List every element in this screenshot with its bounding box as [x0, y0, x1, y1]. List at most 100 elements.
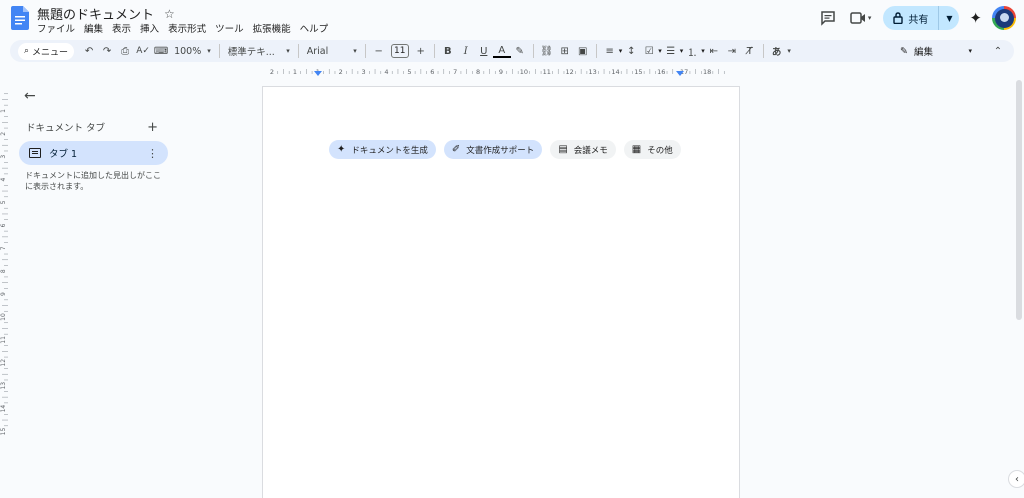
link-icon[interactable]: ⛓: [538, 41, 556, 61]
ruler-label: 14: [611, 68, 619, 76]
line-spacing-icon[interactable]: ↕: [622, 41, 640, 61]
italic-button[interactable]: I: [457, 41, 475, 61]
redo-icon[interactable]: ↷: [98, 41, 116, 61]
ruler-label: 15: [0, 428, 7, 436]
divider: [218, 44, 220, 58]
share-button[interactable]: 共有 ▼: [883, 6, 960, 30]
chip-generate-document[interactable]: ✦ ドキュメントを生成: [329, 140, 436, 159]
add-comment-icon[interactable]: ⊞: [556, 41, 574, 61]
divider: [595, 44, 597, 58]
chevron-down-icon: ▾: [867, 14, 872, 22]
vertical-ruler[interactable]: 123456789101112131415: [0, 78, 10, 498]
ruler-label: 3: [0, 155, 7, 159]
increase-indent-icon[interactable]: ⇥: [723, 41, 741, 61]
ruler-label: 13: [588, 68, 596, 76]
add-tab-icon[interactable]: +: [147, 121, 158, 134]
chevron-down-icon: ▾: [207, 47, 211, 55]
underline-button[interactable]: U: [475, 41, 493, 61]
input-tools-dropdown[interactable]: あ ▾: [768, 41, 795, 61]
decrease-indent-icon[interactable]: ⇤: [705, 41, 723, 61]
menu-view[interactable]: 表示: [112, 21, 131, 35]
horizontal-ruler[interactable]: 21123456789101112131415161718: [262, 66, 740, 78]
tab-item-1[interactable]: タブ 1 ⋮: [19, 141, 168, 165]
menu-insert[interactable]: 挿入: [140, 21, 159, 35]
gemini-sparkle-icon[interactable]: ✦: [969, 9, 982, 27]
menu-bar: ファイル 編集 表示 挿入 表示形式 ツール 拡張機能 ヘルプ: [37, 21, 328, 35]
outline-hint: ドキュメントに追加した見出しがここに表示されます。: [25, 171, 161, 191]
meet-button[interactable]: ▾: [850, 11, 872, 25]
ruler-label: 7: [453, 68, 457, 76]
style-dropdown[interactable]: 標準テキ... ▾: [224, 41, 294, 61]
collapse-menus-icon[interactable]: ⌃: [990, 41, 1006, 61]
more-vert-icon[interactable]: ⋮: [147, 147, 158, 160]
share-main[interactable]: 共有: [893, 6, 940, 30]
back-arrow-icon[interactable]: ←: [24, 88, 36, 104]
align-icon[interactable]: ≡: [601, 41, 619, 61]
zoom-dropdown[interactable]: 100% ▾: [170, 41, 215, 61]
numbered-list-icon[interactable]: ⒈: [683, 41, 701, 61]
clear-formatting-icon[interactable]: T̸: [741, 41, 759, 61]
search-menus-button[interactable]: ⌕ メニュー: [18, 42, 75, 60]
checklist-icon[interactable]: ☑: [640, 41, 658, 61]
ruler-label: 12: [0, 359, 7, 367]
ruler-label: 6: [430, 68, 434, 76]
scrollbar-thumb[interactable]: [1016, 80, 1022, 320]
chevron-down-icon: ▾: [353, 47, 357, 55]
divider: [364, 44, 366, 58]
bulleted-list-icon[interactable]: ☰: [662, 41, 680, 61]
spellcheck-icon[interactable]: A✓: [134, 41, 152, 61]
menu-format[interactable]: 表示形式: [168, 21, 206, 35]
font-dropdown[interactable]: Arial ▾: [303, 41, 361, 61]
menu-edit[interactable]: 編集: [84, 21, 103, 35]
text-color-button[interactable]: A: [492, 44, 511, 58]
avatar[interactable]: [992, 6, 1016, 30]
chevron-down-icon: ▾: [787, 47, 791, 55]
ruler-label: 4: [384, 68, 388, 76]
highlight-icon[interactable]: ✎: [511, 41, 529, 61]
insert-image-icon[interactable]: ▣: [574, 41, 592, 61]
ruler-ticks: 21123456789101112131415161718: [270, 68, 725, 76]
chip-meeting-notes[interactable]: ▤ 会議メモ: [550, 140, 616, 159]
zoom-value: 100%: [174, 45, 202, 57]
docs-logo-icon[interactable]: [11, 6, 29, 30]
ruler-label: 13: [0, 382, 7, 390]
paint-format-icon[interactable]: ⌨: [152, 41, 170, 61]
menu-file[interactable]: ファイル: [37, 21, 75, 35]
divider: [762, 44, 764, 58]
comment-icon[interactable]: [816, 6, 840, 30]
more-doc-icon: ▦: [631, 144, 642, 155]
chip-label: ドキュメントを生成: [351, 145, 428, 156]
divider: [297, 44, 299, 58]
ruler-label: 1: [293, 68, 297, 76]
bold-button[interactable]: B: [439, 41, 457, 61]
increase-font-size-button[interactable]: +: [412, 41, 430, 61]
menu-extensions[interactable]: 拡張機能: [253, 21, 291, 35]
ruler-label: 6: [0, 223, 7, 227]
side-panel-toggle-icon[interactable]: ‹: [1008, 470, 1024, 488]
ruler-label: 10: [520, 68, 528, 76]
chevron-down-icon: ▾: [286, 47, 290, 55]
ruler-label: 14: [0, 405, 7, 413]
ruler-label: 3: [362, 68, 366, 76]
search-menus-label: メニュー: [32, 47, 69, 58]
editing-mode-dropdown[interactable]: ✎ 編集 ▾: [896, 44, 976, 59]
share-dropdown-icon[interactable]: ▼: [939, 14, 959, 23]
vertical-scrollbar[interactable]: [1014, 78, 1024, 498]
tab-label: タブ 1: [49, 149, 78, 160]
menu-help[interactable]: ヘルプ: [300, 21, 329, 35]
menu-tools[interactable]: ツール: [215, 21, 244, 35]
star-icon[interactable]: ☆: [164, 8, 175, 20]
ruler-label: 15: [634, 68, 642, 76]
ruler-label: 7: [0, 246, 7, 250]
undo-icon[interactable]: ↶: [80, 41, 98, 61]
decrease-font-size-button[interactable]: −: [370, 41, 388, 61]
divider: [532, 44, 534, 58]
font-size-input[interactable]: 11: [390, 44, 409, 58]
share-label: 共有: [908, 14, 929, 26]
ruler-label: 8: [0, 269, 7, 273]
tab-document-icon: [29, 148, 41, 158]
ruler-label: 9: [499, 68, 503, 76]
chip-writing-assist[interactable]: ✐ 文書作成サポート: [443, 140, 543, 159]
print-icon[interactable]: ⎙: [116, 41, 134, 61]
chip-more[interactable]: ▦ その他: [623, 140, 681, 159]
